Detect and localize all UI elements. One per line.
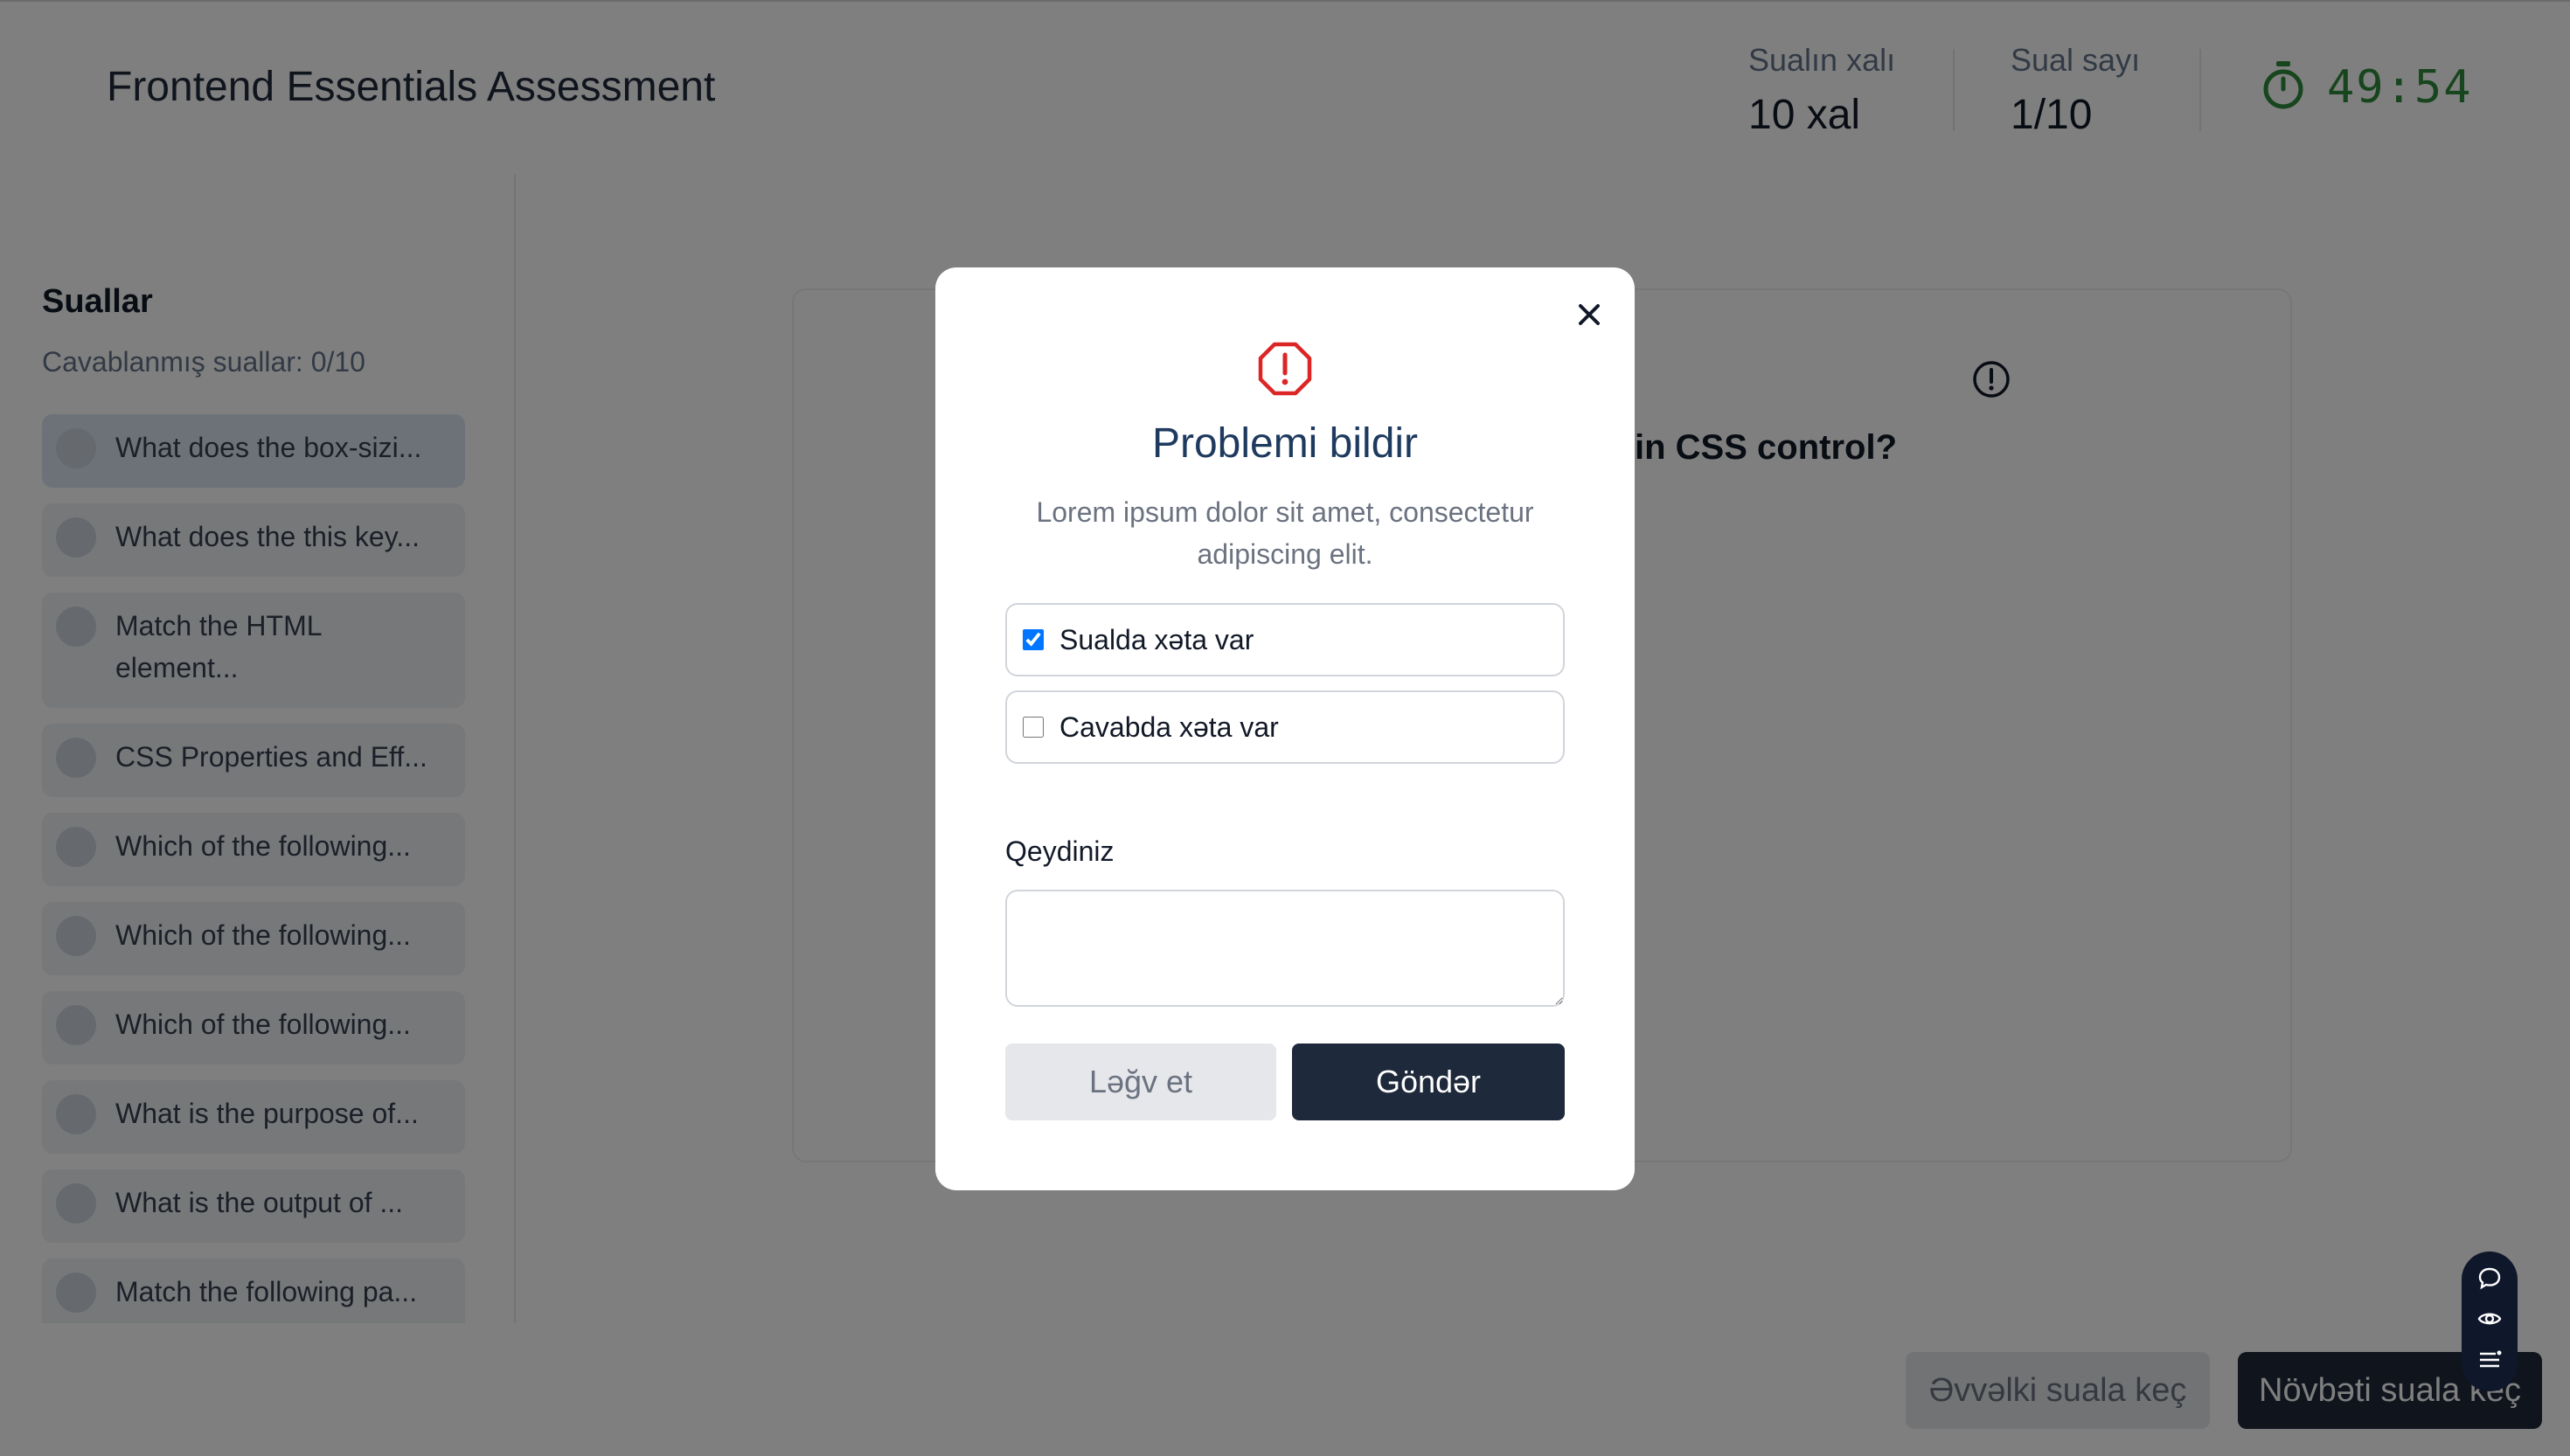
warning-octagon-icon [1257, 341, 1313, 401]
option-answer-error[interactable]: Cavabda xəta var [1005, 690, 1565, 764]
report-problem-dialog: Problemi bildir Lorem ipsum dolor sit am… [935, 267, 1635, 1190]
note-field[interactable] [1005, 890, 1565, 1007]
floating-toolbar [2462, 1251, 2518, 1391]
eye-icon[interactable] [2476, 1306, 2503, 1336]
answer-error-checkbox[interactable] [1023, 717, 1044, 738]
list-icon[interactable] [2476, 1347, 2503, 1377]
option-question-error[interactable]: Sualda xəta var [1005, 603, 1565, 676]
send-button[interactable]: Göndər [1292, 1043, 1565, 1120]
answer-error-label: Cavabda xəta var [1059, 711, 1279, 743]
close-icon[interactable] [1570, 295, 1608, 334]
dialog-description: Lorem ipsum dolor sit amet, consectetur … [1036, 496, 1534, 570]
dialog-title: Problemi bildir [1151, 420, 1419, 467]
cancel-button[interactable]: Ləğv et [1005, 1043, 1276, 1120]
note-label: Qeydiniz [1005, 835, 1115, 867]
chat-icon[interactable] [2476, 1265, 2503, 1296]
question-error-checkbox[interactable] [1023, 629, 1044, 650]
question-error-label: Sualda xəta var [1059, 623, 1254, 655]
